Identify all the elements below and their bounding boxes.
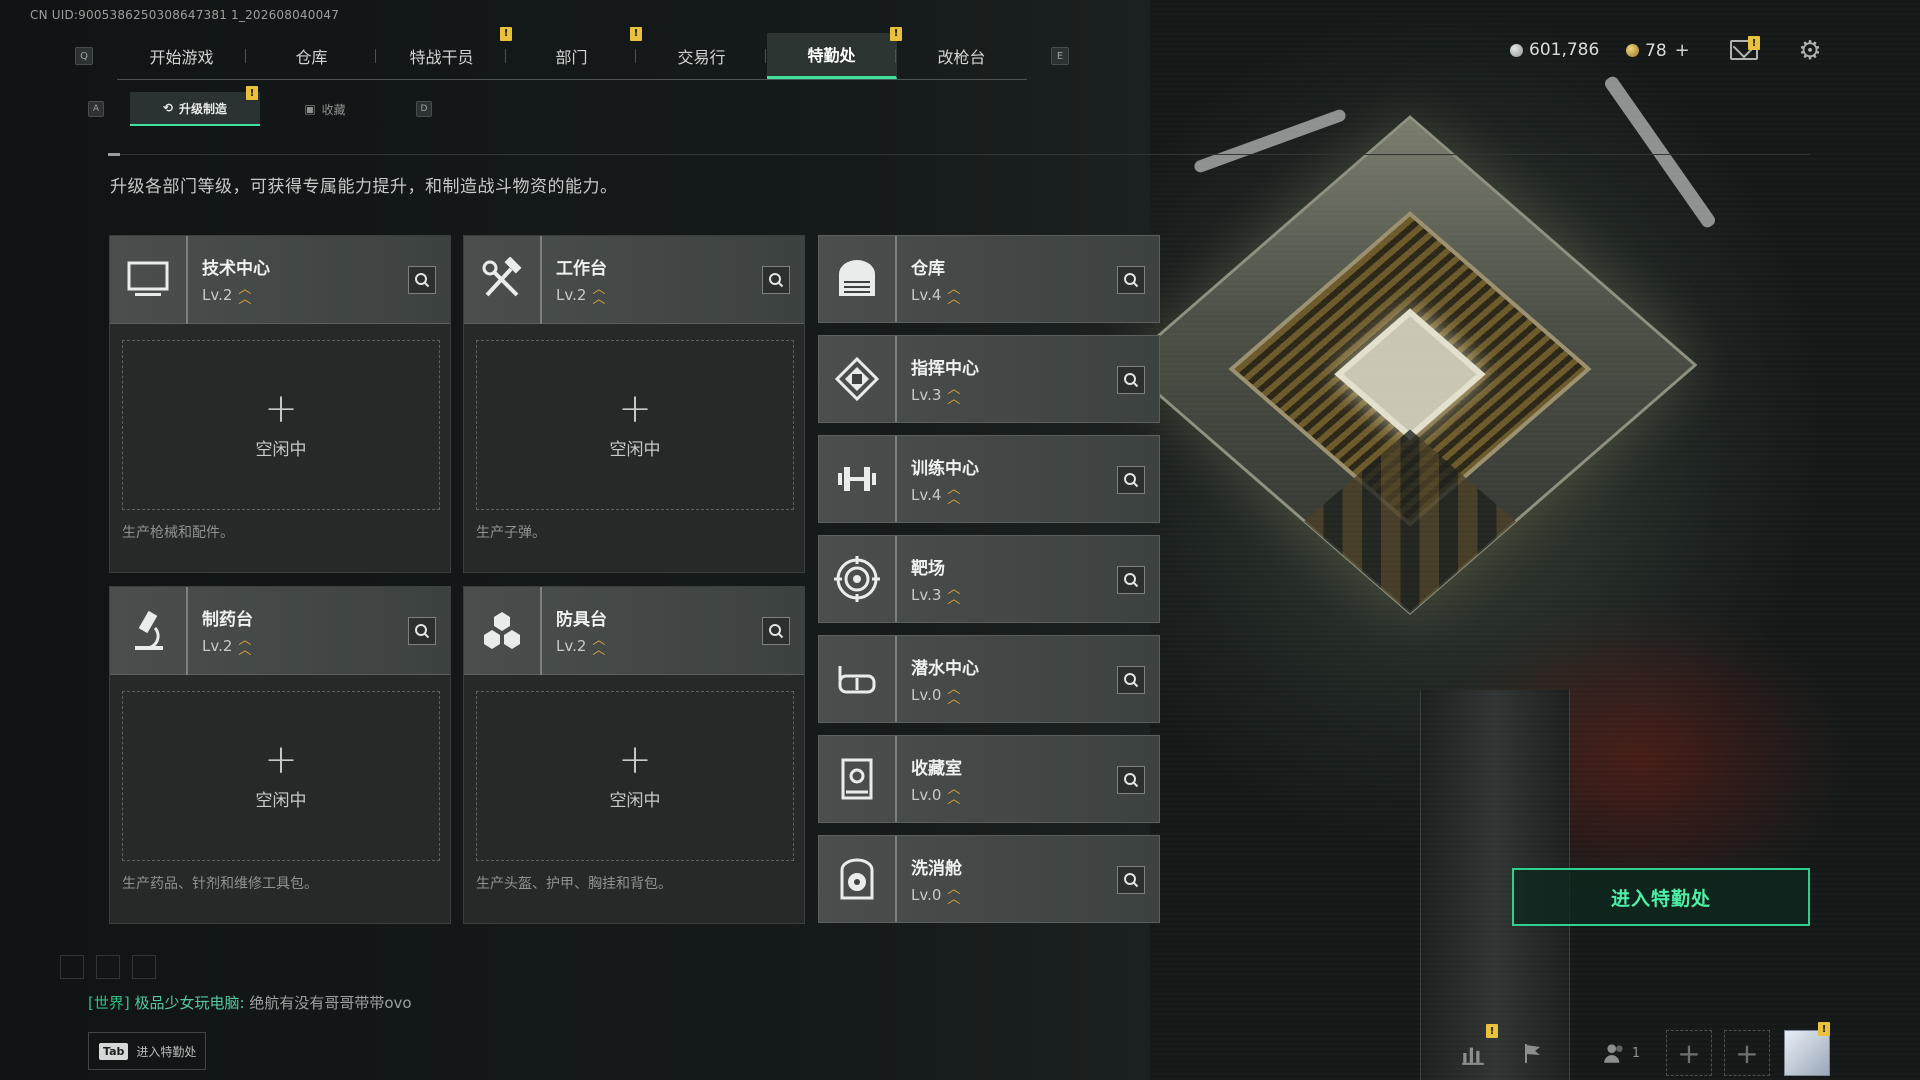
subtab-collection[interactable]: ▣ 收藏: [260, 92, 390, 126]
ticket-balance: 78 +: [1626, 40, 1690, 61]
tab-trading[interactable]: 交易行: [637, 33, 767, 79]
add-teammate-slot[interactable]: +: [1724, 1030, 1770, 1076]
upgrade-chevron-icon: ︿ ︿: [592, 633, 606, 658]
production-card-pharmacy: 制药台 Lv.2 ︿ ︿ + 空闲中 生产药品、针剂和维修工具包。: [109, 586, 451, 924]
upgrade-chevron-icon: ︿ ︿: [947, 381, 961, 407]
upgrade-chevron-icon: ︿ ︿: [238, 633, 252, 658]
department-card-collection-room[interactable]: 收藏室 Lv.0 ︿ ︿: [818, 735, 1160, 823]
card-header[interactable]: 防具台 Lv.2 ︿ ︿: [464, 586, 804, 675]
tab-enter-hint[interactable]: Tab 进入特勤处: [88, 1032, 206, 1070]
sub-nav: A ⟲ 升级制造 ! ▣ 收藏 D: [88, 86, 432, 126]
add-icon: +: [618, 736, 652, 783]
avatar-alert-badge: !: [1818, 1022, 1830, 1036]
upgrade-chevron-icon: ︿ ︿: [238, 282, 252, 307]
upgrade-chevron-icon: ︿ ︿: [947, 681, 961, 707]
search-icon[interactable]: [1117, 266, 1145, 294]
add-icon: +: [618, 385, 652, 432]
production-card-tech-center: 技术中心 Lv.2 ︿ ︿ + 空闲中 生产枪械和配件。: [109, 235, 451, 573]
card-header[interactable]: 制药台 Lv.2 ︿ ︿: [110, 586, 450, 675]
department-card-decon-chamber[interactable]: 洗消舱 Lv.0 ︿ ︿: [818, 835, 1160, 923]
squad-people-icon: [1604, 1044, 1623, 1063]
upgrade-icon: ⟲: [162, 101, 174, 115]
department-card-warehouse[interactable]: 仓库 Lv.4 ︿ ︿: [818, 235, 1160, 323]
search-icon[interactable]: [1117, 866, 1145, 894]
target-icon: [819, 536, 897, 622]
settings-gear-icon[interactable]: ⚙: [1798, 38, 1822, 64]
production-card-workbench: 工作台 Lv.2 ︿ ︿ + 空闲中 生产子弹。: [463, 235, 805, 573]
prev-tab-key[interactable]: Q: [75, 47, 93, 65]
upgrade-chevron-icon: ︿ ︿: [947, 781, 961, 807]
search-icon[interactable]: [1117, 666, 1145, 694]
search-icon[interactable]: [1117, 366, 1145, 394]
department-card-command-center[interactable]: 指挥中心 Lv.3 ︿ ︿: [818, 335, 1160, 423]
page-description: 升级各部门等级，可获得专属能力提升，和制造战斗物资的能力。: [110, 177, 618, 197]
command-chip-icon: [819, 336, 897, 422]
tab-gunsmith[interactable]: 改枪台: [897, 33, 1027, 79]
add-teammate-slot[interactable]: +: [1666, 1030, 1712, 1076]
production-slot[interactable]: + 空闲中: [476, 691, 794, 861]
department-card-shooting-range[interactable]: 靶场 Lv.3 ︿ ︿: [818, 535, 1160, 623]
uid-label: CN UID:9005386250308647381 1_20260804004…: [30, 8, 340, 22]
microscope-icon: [110, 586, 188, 675]
enter-special-ops-button[interactable]: 进入特勤处: [1512, 868, 1810, 926]
upgrade-alert-badge: !: [246, 86, 258, 100]
department-card-diving-center[interactable]: 潜水中心 Lv.0 ︿ ︿: [818, 635, 1160, 723]
next-tab-key[interactable]: E: [1051, 47, 1069, 65]
main-tabs: 开始游戏 仓库 特战干员! 部门! 交易行 特勤处! 改枪台: [117, 26, 1027, 80]
ticket-icon: [1626, 44, 1639, 57]
search-icon[interactable]: [408, 266, 436, 294]
upgrade-chevron-icon: ︿ ︿: [947, 481, 961, 507]
add-ticket-button[interactable]: +: [1675, 40, 1690, 61]
flag-icon[interactable]: [1510, 1030, 1556, 1076]
upgrade-chevron-icon: ︿ ︿: [947, 881, 961, 907]
coin-icon: [1510, 43, 1523, 57]
subtab-upgrade-craft[interactable]: ⟲ 升级制造 !: [130, 86, 260, 126]
tab-start-game[interactable]: 开始游戏: [117, 33, 247, 79]
upgrade-chevron-icon: ︿ ︿: [947, 581, 961, 607]
tab-operators[interactable]: 特战干员!: [377, 26, 512, 79]
tools-icon: [464, 235, 542, 324]
add-icon: +: [264, 736, 298, 783]
warehouse-icon: [819, 236, 897, 322]
hexagons-icon: [464, 586, 542, 675]
collection-cabinet-icon: [819, 736, 897, 822]
card-header[interactable]: 工作台 Lv.2 ︿ ︿: [464, 235, 804, 324]
player-avatar[interactable]: [1784, 1030, 1830, 1076]
production-slot[interactable]: + 空闲中: [122, 340, 440, 510]
radiation-icon: [819, 836, 897, 922]
stats-alert-badge: !: [1486, 1024, 1498, 1038]
upgrade-chevron-icon: ︿ ︿: [592, 282, 606, 307]
search-icon[interactable]: [762, 617, 790, 645]
world-chat-line[interactable]: [世界] 极品少女玩电脑: 绝航有没有哥哥带带ovo: [88, 992, 412, 1013]
production-card-armor-bench: 防具台 Lv.2 ︿ ︿ + 空闲中 生产头盔、护甲、胸挂和背包。: [463, 586, 805, 924]
search-icon[interactable]: [408, 617, 436, 645]
search-icon[interactable]: [762, 266, 790, 294]
collection-icon: ▣: [304, 102, 316, 116]
dumbbell-icon: [819, 436, 897, 522]
search-icon[interactable]: [1117, 566, 1145, 594]
monitor-icon: [110, 235, 188, 324]
tab-special-ops[interactable]: 特勤处!: [767, 26, 902, 79]
game-screen: { "uid": "CN UID:9005386250308647381 1_2…: [0, 0, 1920, 1080]
diving-mask-icon: [819, 636, 897, 722]
coin-balance: 601,786: [1510, 40, 1599, 60]
prev-subtab-key[interactable]: A: [88, 101, 104, 117]
search-icon[interactable]: [1117, 766, 1145, 794]
mail-alert-badge: !: [1748, 36, 1760, 50]
squad-button[interactable]: 1: [1586, 1030, 1656, 1076]
search-icon[interactable]: [1117, 466, 1145, 494]
production-slot[interactable]: + 空闲中: [476, 340, 794, 510]
department-card-training-center[interactable]: 训练中心 Lv.4 ︿ ︿: [818, 435, 1160, 523]
tab-department[interactable]: 部门!: [507, 26, 642, 79]
top-nav: Q 开始游戏 仓库 特战干员! 部门! 交易行 特勤处! 改枪台 E: [75, 26, 1069, 80]
add-icon: +: [264, 385, 298, 432]
card-header[interactable]: 技术中心 Lv.2 ︿ ︿: [110, 235, 450, 324]
upgrade-chevron-icon: ︿ ︿: [947, 281, 961, 307]
tab-warehouse[interactable]: 仓库: [247, 33, 377, 79]
next-subtab-key[interactable]: D: [416, 101, 432, 117]
production-slot[interactable]: + 空闲中: [122, 691, 440, 861]
